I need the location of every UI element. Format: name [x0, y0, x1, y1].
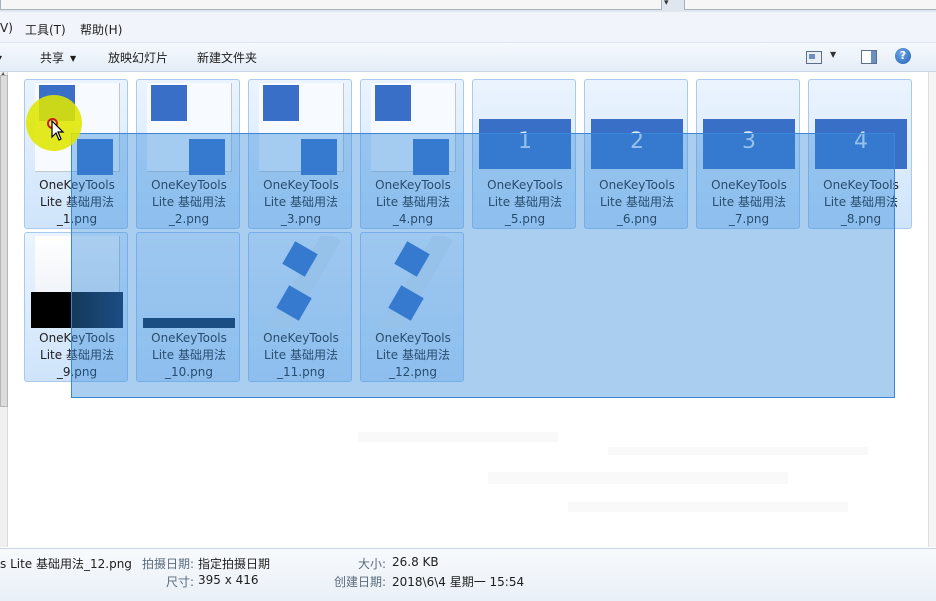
- view-options-caret-icon[interactable]: ▼: [830, 50, 836, 59]
- navigation-pane-scrollbar[interactable]: ▲: [0, 70, 8, 547]
- slideshow-button[interactable]: 放映幻灯片: [108, 49, 168, 66]
- organize-caret-icon[interactable]: ▾: [0, 53, 2, 62]
- selection-rectangle: [71, 133, 895, 398]
- date-taken-value[interactable]: 指定拍摄日期: [198, 555, 270, 572]
- share-button[interactable]: 共享 ▼: [40, 49, 76, 66]
- scrollbar-thumb[interactable]: [0, 75, 8, 407]
- mouse-pointer-icon: [51, 120, 65, 141]
- size-value: 26.8 KB: [392, 555, 439, 569]
- address-bar-strip: ▾: [0, 0, 936, 12]
- size-label: 大小:: [358, 557, 387, 571]
- command-bar: ▾ 共享 ▼ 放映幻灯片 新建文件夹 ▼ ?: [0, 43, 936, 72]
- details-pane: s Lite 基础用法_12.png 拍摄日期: 指定拍摄日期 尺寸: 395 …: [0, 548, 936, 601]
- preview-pane-icon[interactable]: [861, 50, 877, 64]
- menu-help[interactable]: 帮助(H): [80, 21, 122, 38]
- share-label: 共享: [40, 51, 65, 65]
- help-icon[interactable]: ?: [895, 48, 911, 64]
- menu-view[interactable]: V): [0, 21, 13, 35]
- address-dropdown-icon[interactable]: ▾: [664, 0, 669, 8]
- share-caret-icon: ▼: [70, 54, 77, 63]
- date-taken-label: 拍摄日期:: [142, 557, 195, 571]
- details-filename: s Lite 基础用法_12.png: [0, 557, 132, 571]
- address-bar[interactable]: [0, 0, 662, 10]
- created-label: 创建日期:: [334, 575, 387, 589]
- menu-bar: V) 工具(T) 帮助(H): [0, 12, 936, 43]
- search-box[interactable]: [684, 0, 936, 10]
- dimensions-label: 尺寸:: [166, 575, 195, 589]
- new-folder-button[interactable]: 新建文件夹: [197, 49, 257, 66]
- content-scrollbar[interactable]: [928, 72, 936, 547]
- menu-tools[interactable]: 工具(T): [25, 21, 66, 38]
- created-value: 2018\6\4 星期一 15:54: [392, 575, 525, 589]
- view-options-icon[interactable]: [806, 51, 822, 64]
- dimensions-value: 395 x 416: [198, 573, 259, 587]
